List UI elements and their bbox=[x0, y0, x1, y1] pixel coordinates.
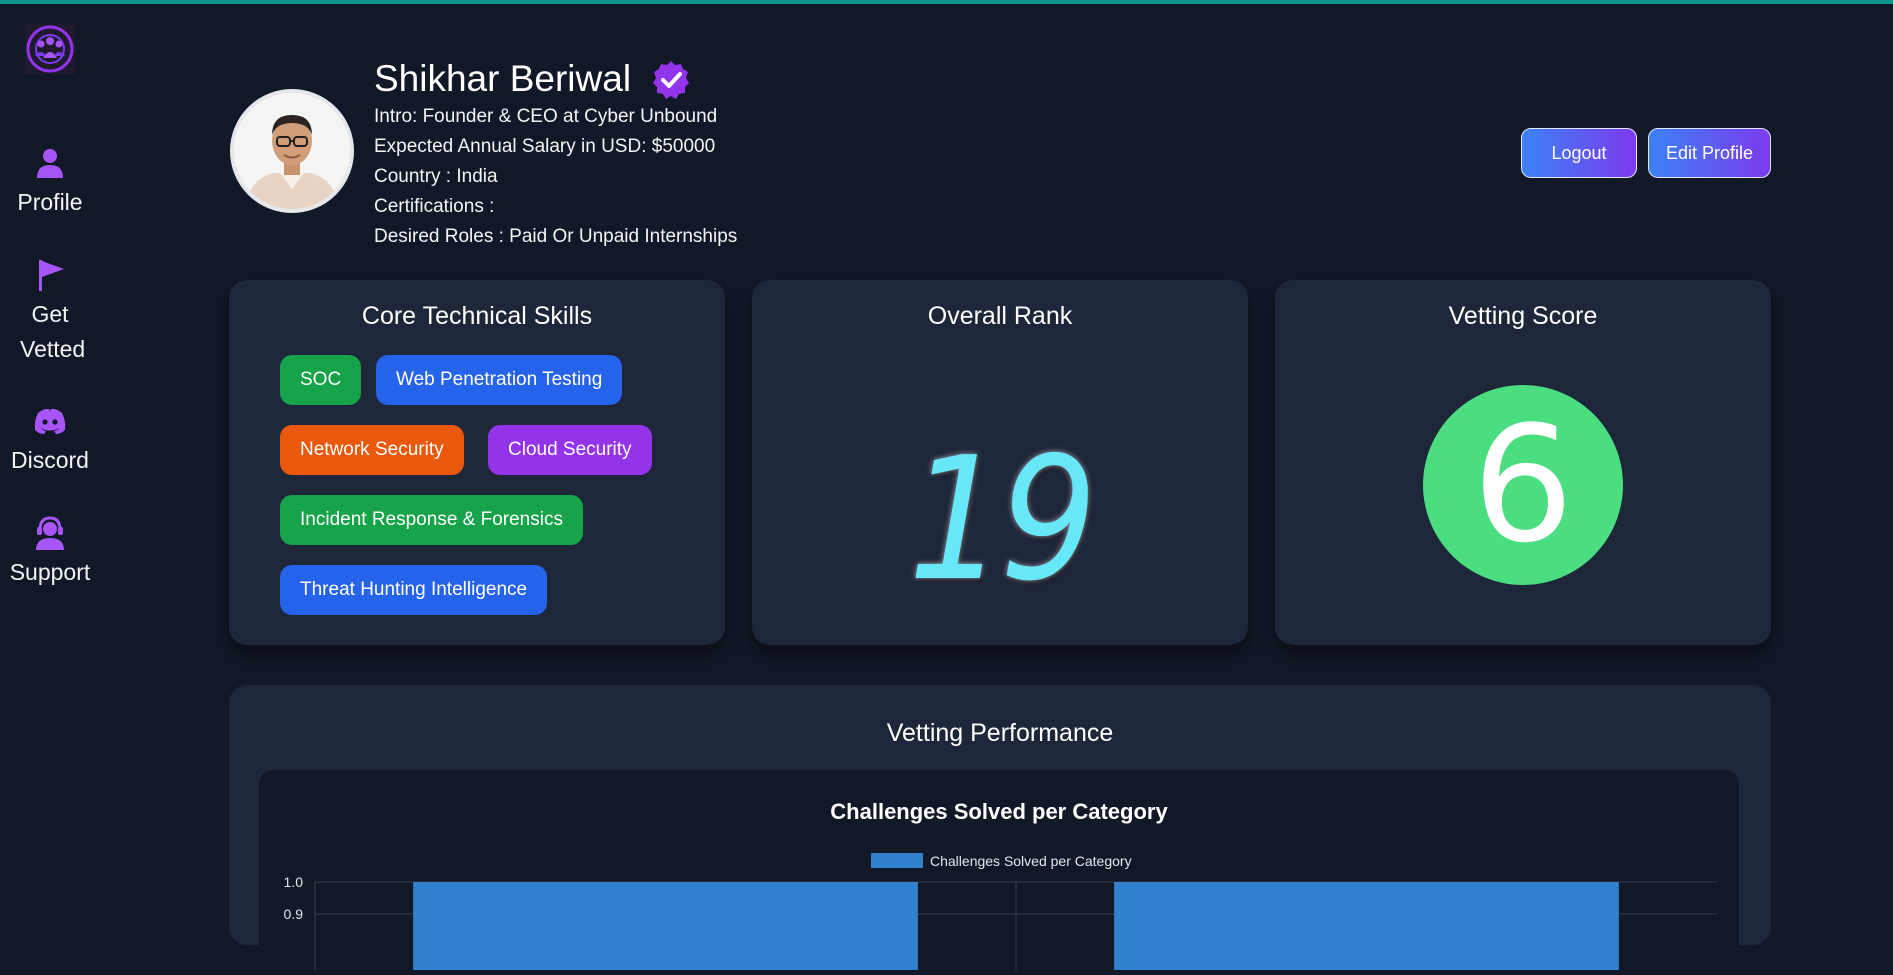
sidebar-item-label: Get Vetted bbox=[20, 301, 86, 362]
profile-name: Shikhar Beriwal bbox=[374, 58, 632, 99]
skill-tag: Web Penetration Testing bbox=[376, 355, 623, 405]
vetting-performance-panel: Vetting Performance Challenges Solved pe… bbox=[229, 685, 1771, 970]
sidebar-item-support[interactable]: Support bbox=[0, 515, 100, 590]
profile-intro: Intro: Founder & CEO at Cyber Unbound bbox=[374, 106, 718, 127]
logout-button[interactable]: Logout bbox=[1521, 128, 1637, 178]
sidebar-item-profile[interactable]: Profile bbox=[0, 145, 100, 220]
y-tick-label: 0.9 bbox=[284, 906, 304, 922]
skill-tag: Threat Hunting Intelligence bbox=[280, 565, 548, 615]
chart-container: Challenges Solved per Category Challenges… bbox=[259, 770, 1739, 970]
flag-icon bbox=[39, 260, 64, 291]
rank-value: 19 bbox=[908, 421, 1097, 619]
vetting-performance-title: Vetting Performance bbox=[886, 719, 1114, 747]
sidebar-item-label: Profile bbox=[17, 189, 83, 215]
skills-card-title: Core Technical Skills bbox=[361, 302, 593, 330]
chart-bar bbox=[413, 882, 918, 970]
skill-tag: SOC bbox=[280, 355, 362, 405]
skill-tag: Incident Response & Forensics bbox=[280, 495, 583, 545]
score-circle: 6 bbox=[1423, 385, 1623, 585]
rank-card-title: Overall Rank bbox=[927, 302, 1073, 330]
skill-tag: Network Security bbox=[280, 425, 464, 475]
sidebar-item-label: Support bbox=[9, 559, 91, 585]
headset-icon bbox=[36, 516, 64, 550]
chart-bar bbox=[1114, 882, 1619, 970]
user-icon bbox=[37, 149, 63, 178]
rank-card: Overall Rank 19 bbox=[752, 280, 1248, 645]
profile-country: Country : India bbox=[374, 166, 498, 187]
sidebar-item-discord[interactable]: Discord bbox=[0, 403, 100, 478]
y-tick-label: 1.0 bbox=[284, 874, 304, 890]
score-card: Vetting Score 6 bbox=[1275, 280, 1771, 645]
top-accent-line bbox=[0, 0, 1893, 4]
verified-badge-icon bbox=[653, 61, 689, 99]
sidebar-item-label: Discord bbox=[11, 447, 89, 473]
profile-salary: Expected Annual Salary in USD: $50000 bbox=[374, 136, 716, 157]
bar-chart: Challenges Solved per Category Challenges… bbox=[284, 799, 1717, 970]
avatar bbox=[230, 89, 354, 213]
logo-icon[interactable] bbox=[25, 24, 75, 74]
sidebar-item-get-vetted[interactable]: Get Vetted bbox=[0, 257, 100, 367]
score-card-title: Vetting Score bbox=[1448, 302, 1598, 330]
edit-profile-button[interactable]: Edit Profile bbox=[1648, 128, 1771, 178]
skill-tag: Cloud Security bbox=[488, 425, 652, 475]
skills-card: Core Technical Skills SOC Web Penetratio… bbox=[229, 280, 725, 645]
profile-certifications: Certifications : bbox=[374, 196, 495, 217]
discord-icon bbox=[34, 408, 66, 434]
profile-desired-roles: Desired Roles : Paid Or Unpaid Internshi… bbox=[374, 226, 738, 247]
legend-label: Challenges Solved per Category bbox=[930, 853, 1132, 869]
score-value: 6 bbox=[1472, 391, 1574, 578]
legend-swatch bbox=[871, 853, 923, 868]
chart-title: Challenges Solved per Category bbox=[830, 799, 1168, 824]
